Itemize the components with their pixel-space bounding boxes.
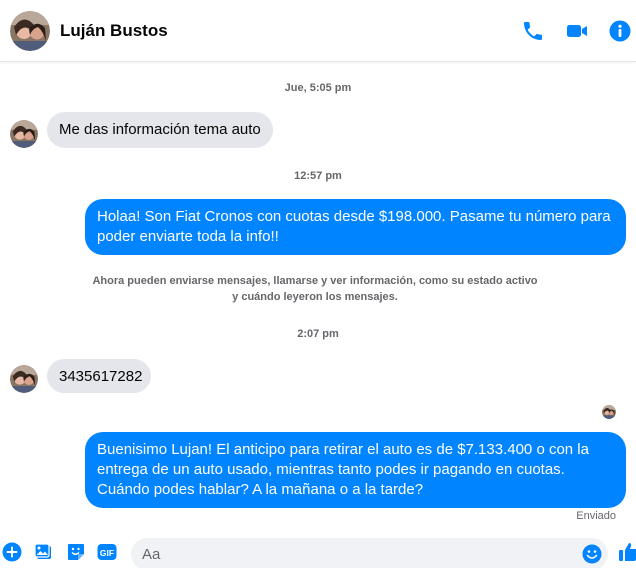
sender-avatar[interactable] — [10, 120, 38, 148]
phone-icon[interactable] — [521, 19, 545, 43]
delivery-status: Enviado — [576, 510, 616, 522]
incoming-message[interactable]: Me das información tema auto — [47, 112, 273, 148]
seen-avatar — [602, 405, 616, 419]
incoming-message[interactable]: 3435617282 — [47, 359, 151, 393]
message-input-wrapper — [131, 538, 608, 568]
contact-name[interactable]: Luján Bustos — [60, 21, 168, 41]
sticker-icon[interactable] — [66, 542, 86, 562]
thumbs-up-icon[interactable] — [618, 541, 636, 563]
outgoing-message[interactable]: Buenisimo Lujan! El anticipo para retira… — [85, 432, 626, 508]
message-input[interactable] — [142, 538, 562, 568]
outgoing-message[interactable]: Holaa! Son Fiat Cronos con cuotas desde … — [85, 199, 626, 255]
message-composer: GIF — [0, 536, 636, 568]
gif-icon[interactable]: GIF — [97, 542, 117, 562]
video-camera-icon[interactable] — [565, 19, 589, 43]
emoji-icon[interactable] — [582, 544, 602, 564]
chat-header: Luján Bustos — [0, 0, 636, 62]
timestamp: Jue, 5:05 pm — [284, 82, 352, 94]
photo-icon[interactable] — [34, 542, 54, 562]
timestamp: 2:07 pm — [297, 328, 339, 340]
messaging-notice: Ahora pueden enviarse mensajes, llamarse… — [92, 275, 538, 303]
timestamp: 12:57 pm — [294, 170, 342, 182]
svg-text:GIF: GIF — [100, 548, 114, 558]
info-icon[interactable] — [608, 19, 632, 43]
plus-icon[interactable] — [2, 542, 22, 562]
sender-avatar[interactable] — [10, 365, 38, 393]
contact-avatar[interactable] — [10, 11, 50, 51]
